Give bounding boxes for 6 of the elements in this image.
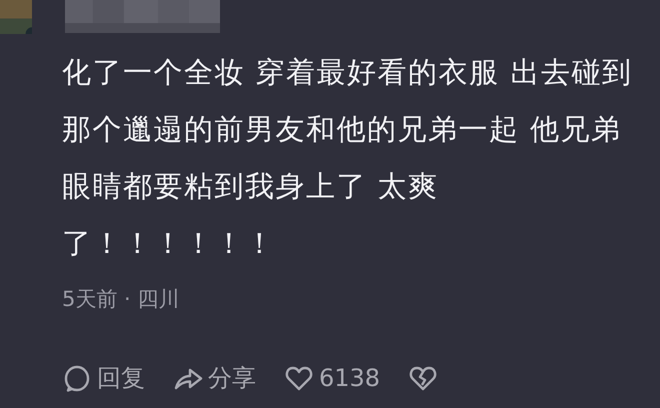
reply-button[interactable]: 回复 — [62, 360, 145, 396]
comment-meta: 5天前 · 四川 — [62, 286, 180, 313]
comment-icon — [62, 363, 92, 393]
like-button[interactable]: 6138 — [284, 360, 380, 396]
share-button[interactable]: 分享 — [173, 360, 256, 396]
comment-text: 化了一个全妆 穿着最好看的衣服 出去碰到那个邋遢的前男友和他的兄弟一起 他兄弟眼睛都要粘到我身上了 太爽了！！！！！！ — [62, 54, 634, 262]
